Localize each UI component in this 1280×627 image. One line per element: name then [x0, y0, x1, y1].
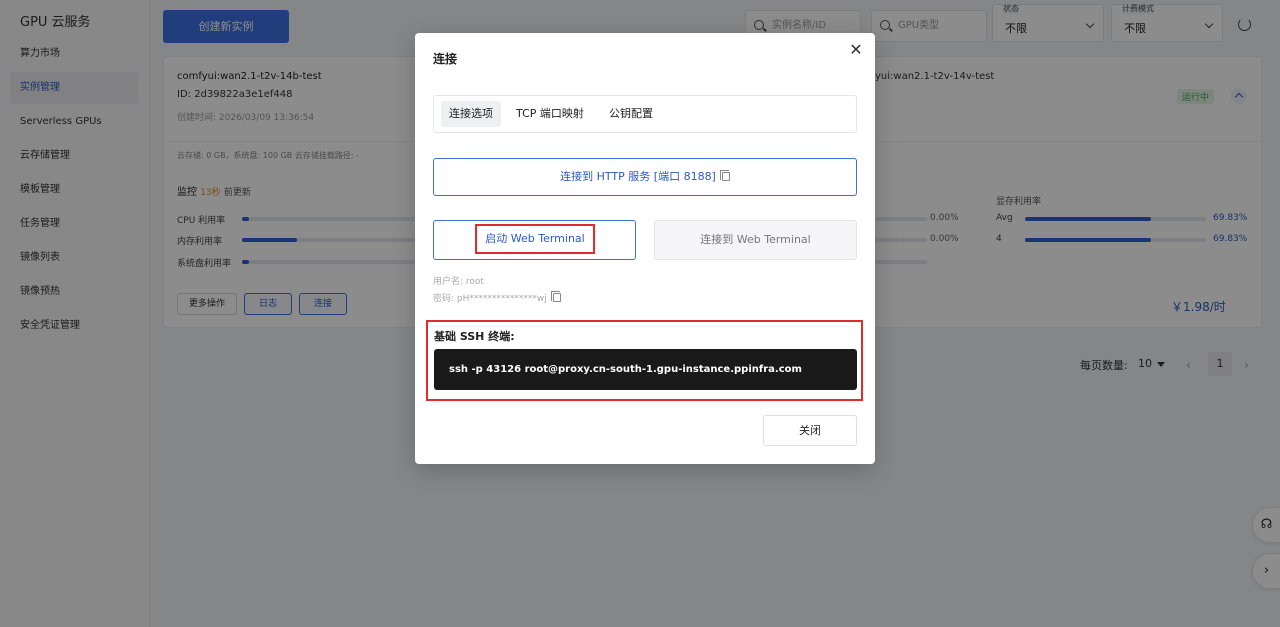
close-button[interactable]: 关闭 [763, 415, 857, 446]
ssh-title: 基础 SSH 终端: [434, 330, 515, 343]
password-field: 密码: pH***************wj [433, 291, 561, 304]
copy-icon[interactable] [550, 291, 561, 302]
connect-web-terminal-button[interactable]: 连接到 Web Terminal [654, 220, 857, 260]
connect-http-button[interactable]: 连接到 HTTP 服务 [端口 8188] [433, 158, 857, 196]
connect-dialog: 连接 ✕ 连接选项 TCP 端口映射 公钥配置 连接到 HTTP 服务 [端口 … [415, 33, 875, 464]
tab-public-key[interactable]: 公钥配置 [601, 101, 661, 127]
tab-connect-options[interactable]: 连接选项 [441, 101, 501, 127]
launch-web-terminal-label: 启动 Web Terminal [475, 224, 595, 254]
connect-tabs: 连接选项 TCP 端口映射 公钥配置 [433, 95, 857, 133]
password-text: 密码: pH***************wj [433, 294, 547, 304]
username-text: 用户名: root [433, 277, 484, 287]
ssh-command[interactable]: ssh -p 43126 root@proxy.cn-south-1.gpu-i… [434, 349, 857, 390]
connect-http-label: 连接到 HTTP 服务 [端口 8188] [560, 170, 716, 183]
copy-icon[interactable] [719, 170, 730, 181]
dialog-title: 连接 [433, 52, 458, 66]
close-icon[interactable]: ✕ [849, 42, 863, 58]
tab-tcp-port-mapping[interactable]: TCP 端口映射 [508, 101, 592, 127]
launch-web-terminal-button[interactable]: 启动 Web Terminal [433, 220, 636, 260]
ssh-section: 基础 SSH 终端: ssh -p 43126 root@proxy.cn-so… [426, 320, 863, 401]
